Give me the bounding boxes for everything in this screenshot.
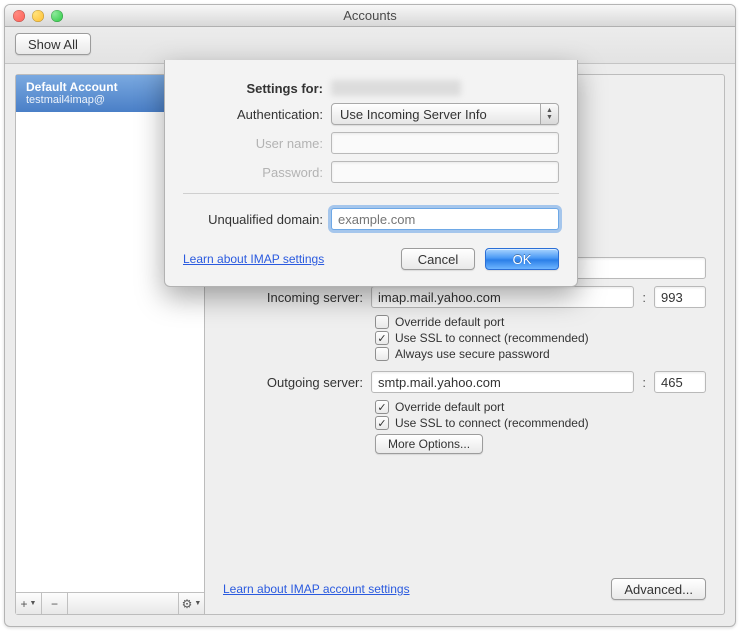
sheet-user-name-field[interactable] [331,132,559,154]
incoming-override-port-checkbox[interactable] [375,315,389,329]
outgoing-port-field[interactable] [654,371,706,393]
authentication-popup[interactable]: Use Incoming Server Info ▲▼ [331,103,559,125]
sheet-separator [183,193,559,194]
chevron-down-icon: ▼ [194,600,201,607]
zoom-icon[interactable] [51,10,63,22]
authentication-label: Authentication: [183,107,323,122]
toolbar: Show All [5,27,735,64]
settings-for-label: Settings for: [183,81,323,96]
port-separator: : [642,375,646,390]
popup-arrows-icon: ▲▼ [540,104,558,124]
cancel-button[interactable]: Cancel [401,248,475,270]
unqualified-domain-field[interactable] [331,208,559,230]
outgoing-ssl-checkbox[interactable] [375,416,389,430]
outgoing-settings-sheet: Settings for: Authentication: Use Incomi… [164,60,578,287]
outgoing-override-port-checkbox[interactable] [375,400,389,414]
incoming-secure-password-checkbox[interactable] [375,347,389,361]
incoming-override-port-label: Override default port [395,315,504,329]
unqualified-domain-label: Unqualified domain: [183,212,323,227]
incoming-secure-password-label: Always use secure password [395,347,550,361]
ok-button[interactable]: OK [485,248,559,270]
outgoing-override-port-label: Override default port [395,400,504,414]
sheet-user-name-label: User name: [183,136,323,151]
plus-icon: + [21,597,28,611]
settings-for-value [331,80,461,96]
port-separator: : [642,290,646,305]
add-account-button[interactable]: +▼ [16,593,42,614]
incoming-ssl-label: Use SSL to connect (recommended) [395,331,589,345]
sheet-password-label: Password: [183,165,323,180]
authentication-value: Use Incoming Server Info [340,107,487,122]
incoming-server-field[interactable] [371,286,634,308]
show-all-button[interactable]: Show All [15,33,91,55]
learn-imap-settings-link[interactable]: Learn about IMAP settings [183,252,391,266]
titlebar: Accounts [5,5,735,27]
sheet-password-field[interactable] [331,161,559,183]
chevron-down-icon: ▼ [30,600,37,607]
close-icon[interactable] [13,10,25,22]
gear-icon: ⚙ [182,597,193,611]
account-actions-button[interactable]: ⚙▼ [178,593,204,614]
outgoing-server-field[interactable] [371,371,634,393]
minimize-icon[interactable] [32,10,44,22]
sidebar-footer: +▼ − ⚙▼ [16,592,204,614]
learn-imap-account-settings-link[interactable]: Learn about IMAP account settings [223,582,410,596]
incoming-ssl-checkbox[interactable] [375,331,389,345]
incoming-port-field[interactable] [654,286,706,308]
advanced-button[interactable]: Advanced... [611,578,706,600]
more-options-button[interactable]: More Options... [375,434,483,454]
incoming-server-label: Incoming server: [223,290,363,305]
outgoing-server-label: Outgoing server: [223,375,363,390]
outgoing-ssl-label: Use SSL to connect (recommended) [395,416,589,430]
window-title: Accounts [5,8,735,23]
remove-account-button[interactable]: − [42,593,68,614]
window-controls [13,10,63,22]
